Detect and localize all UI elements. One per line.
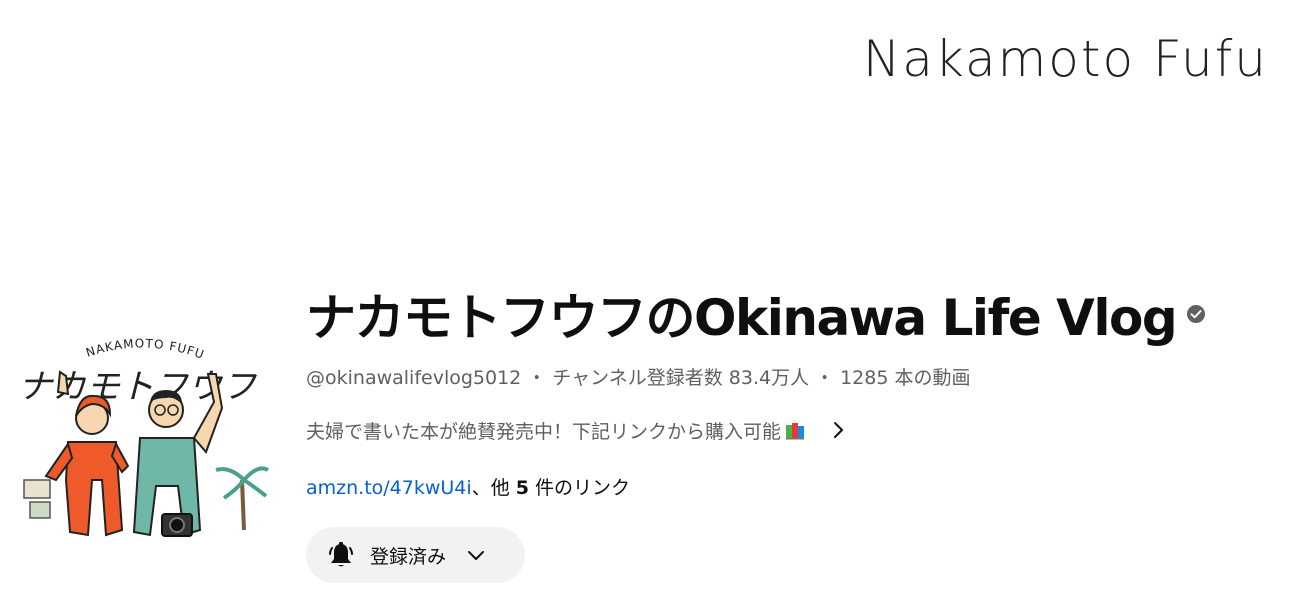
banner-title: Nakamoto Fufu xyxy=(862,30,1268,88)
decor-illustration xyxy=(23,479,51,519)
meta-separator: ・ xyxy=(815,367,835,389)
channel-links-row: amzn.to/47kwU4i、他 5 件のリンク xyxy=(306,474,1286,502)
channel-handle: @okinawalifevlog5012 xyxy=(306,367,522,389)
link-suffix-text: 、他 xyxy=(471,477,516,499)
video-count: 1285 本の動画 xyxy=(840,367,971,389)
channel-info: ナカモトフウフのOkinawa Life Vlog @okinawalifevl… xyxy=(306,278,1286,502)
books-icon xyxy=(785,420,807,440)
channel-link[interactable]: amzn.to/47kwU4i xyxy=(306,477,472,499)
palm-illustration xyxy=(215,466,270,531)
verified-check-icon xyxy=(1186,304,1206,324)
channel-title-row: ナカモトフウフのOkinawa Life Vlog xyxy=(306,278,1286,350)
channel-title: ナカモトフウフのOkinawa Life Vlog xyxy=(306,289,1178,347)
channel-description-row[interactable]: 夫婦で書いた本が絶賛発売中！下記リンクから購入可能 xyxy=(306,416,1286,444)
link-suffix-text-end[interactable]: 件のリンク xyxy=(529,477,630,499)
chevron-right-icon[interactable] xyxy=(827,419,849,441)
subscribed-button[interactable]: 登録済み xyxy=(306,527,525,583)
link-count: 5 xyxy=(515,477,529,499)
bell-icon xyxy=(326,540,356,570)
subscribed-label: 登録済み xyxy=(370,545,447,568)
channel-banner: Nakamoto Fufu xyxy=(0,0,1300,200)
chevron-down-icon xyxy=(464,543,488,567)
channel-description: 夫婦で書いた本が絶賛発売中！下記リンクから購入可能 xyxy=(306,420,782,443)
subscriber-count: チャンネル登録者数 83.4万人 xyxy=(552,367,810,389)
channel-meta: @okinawalifevlog5012 ・チャンネル登録者数 83.4万人・ 12… xyxy=(306,364,1286,392)
channel-avatar[interactable]: NAKAMOTO FUFU ナカモトフウフ xyxy=(10,330,272,548)
meta-separator: ・ xyxy=(527,367,547,389)
avatar-top-text: NAKAMOTO FUFU xyxy=(84,336,206,361)
